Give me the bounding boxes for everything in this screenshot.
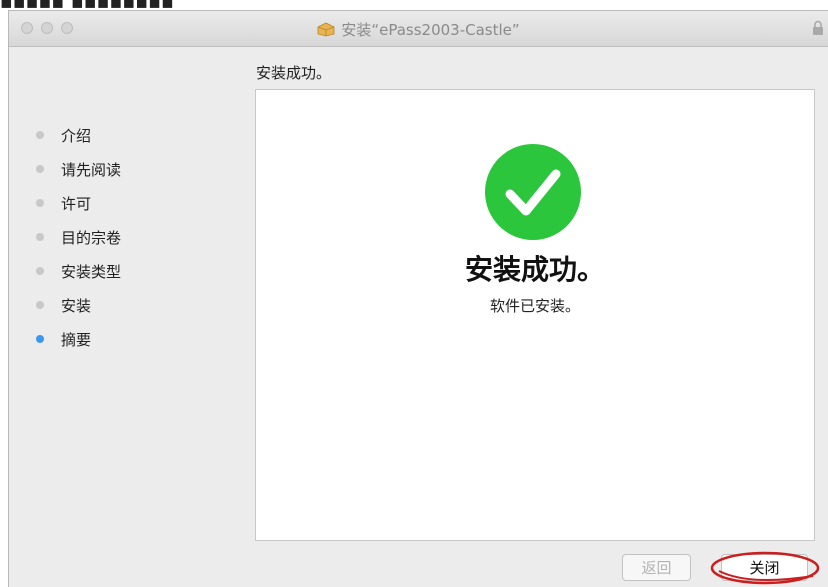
window-title: 安装“ePass2003-Castle” xyxy=(341,21,520,39)
sidebar-step-readme: 请先阅读 xyxy=(36,152,236,186)
package-icon xyxy=(317,22,335,37)
step-dot-icon xyxy=(36,233,44,241)
step-label: 请先阅读 xyxy=(61,160,122,179)
sidebar-step-summary: 摘要 xyxy=(36,322,236,356)
step-dot-icon xyxy=(36,301,44,309)
sidebar-step-intro: 介绍 xyxy=(36,118,236,152)
installer-window: 安装“ePass2003-Castle” 安装成功。 介绍 请先阅读 许可 目的… xyxy=(8,10,828,587)
content-panel: 安装成功。 软件已安装。 xyxy=(255,89,815,541)
step-sidebar: 介绍 请先阅读 许可 目的宗卷 安装类型 安装 摘要 xyxy=(36,118,236,356)
success-message: 软件已安装。 xyxy=(489,297,580,315)
sidebar-step-destination: 目的宗卷 xyxy=(36,220,236,254)
title-bar[interactable]: 安装“ePass2003-Castle” xyxy=(9,11,828,47)
success-title: 安装成功。 xyxy=(464,253,605,286)
step-label: 摘要 xyxy=(61,330,92,349)
step-label: 安装类型 xyxy=(61,262,122,281)
close-button[interactable]: 关闭 xyxy=(721,554,808,581)
step-dot-icon xyxy=(36,165,44,173)
step-label: 许可 xyxy=(61,194,92,213)
sidebar-step-install: 安装 xyxy=(36,288,236,322)
back-button[interactable]: 返回 xyxy=(622,554,691,581)
background-cropped-text: ▪▪▪▪▪ ▪▪▪▪▪▪▪▪ xyxy=(0,0,828,10)
step-label: 安装 xyxy=(61,296,92,315)
step-dot-icon xyxy=(36,267,44,275)
sidebar-step-install-type: 安装类型 xyxy=(36,254,236,288)
lock-icon xyxy=(813,20,823,35)
step-dot-icon xyxy=(36,199,44,207)
step-dot-icon xyxy=(36,131,44,139)
sidebar-step-license: 许可 xyxy=(36,186,236,220)
window-title-area: 安装“ePass2003-Castle” xyxy=(9,19,828,40)
step-label: 目的宗卷 xyxy=(61,228,122,247)
page-heading: 安装成功。 xyxy=(256,64,332,82)
check-circle-icon xyxy=(485,144,581,240)
cropped-text-fragment: ▪▪▪▪▪ ▪▪▪▪▪▪▪▪ xyxy=(0,0,174,10)
active-step-dot-icon xyxy=(36,335,44,343)
step-label: 介绍 xyxy=(61,126,92,145)
